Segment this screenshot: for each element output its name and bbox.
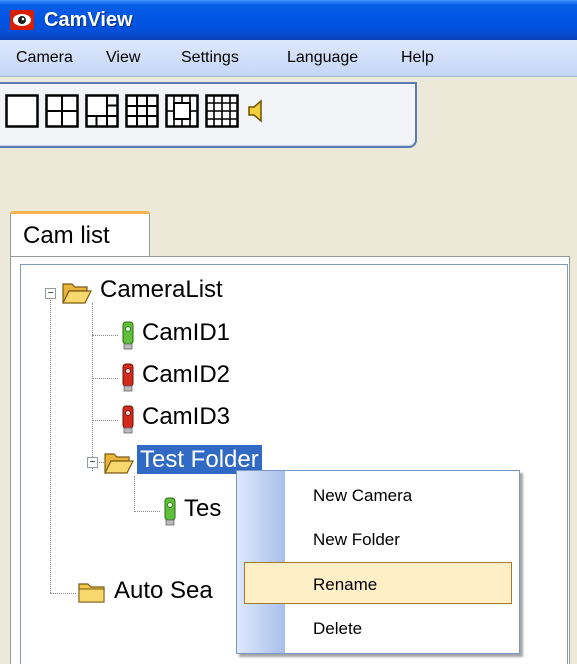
camera-eye-icon <box>10 10 34 30</box>
layout-toolbar <box>0 82 417 148</box>
menu-help[interactable]: Help <box>401 49 434 67</box>
menu-item-new-folder[interactable]: New Folder <box>237 517 519 561</box>
tree-node-label: Auto Sea <box>114 577 213 604</box>
camera-offline-icon <box>122 363 134 392</box>
tree-node-label: CamID3 <box>142 403 231 430</box>
collapse-cameralist-icon[interactable]: − <box>45 288 56 299</box>
tree-connector <box>92 335 118 336</box>
menu-item-label: New Camera <box>313 486 413 505</box>
tree-node-auto-search[interactable]: Auto Sea <box>111 577 216 605</box>
menu-settings[interactable]: Settings <box>181 49 239 67</box>
tree-node-label: Tes <box>184 495 222 522</box>
menu-bar: Camera View Settings Language Help <box>0 40 577 77</box>
layout-1-icon[interactable] <box>5 94 39 128</box>
toolbar-area <box>0 77 577 199</box>
layout-9-icon[interactable] <box>125 94 159 128</box>
folder-open-icon <box>62 283 92 304</box>
tree-connector <box>92 378 118 379</box>
layout-4-icon[interactable] <box>45 94 79 128</box>
folder-icon <box>78 583 105 603</box>
tree-connector <box>92 420 118 421</box>
tree-node-camid2[interactable]: CamID2 <box>139 361 233 389</box>
menu-item-delete[interactable]: Delete <box>237 606 519 650</box>
tree-node-camid3[interactable]: CamID3 <box>139 403 233 431</box>
layout-16-icon[interactable] <box>205 94 239 128</box>
menu-camera[interactable]: Camera <box>16 49 73 67</box>
window-title: CamView <box>44 8 133 31</box>
tree-node-test-camera[interactable]: Tes <box>181 495 224 523</box>
speaker-icon[interactable] <box>245 94 269 128</box>
context-menu: New Camera New Folder Rename Delete <box>236 470 520 654</box>
menu-item-label: Delete <box>313 619 363 638</box>
layout-6-icon[interactable] <box>85 94 119 128</box>
camera-offline-icon <box>122 405 134 434</box>
tree-connector <box>134 476 135 512</box>
menu-view[interactable]: View <box>106 49 140 67</box>
menu-item-rename[interactable]: Rename <box>244 562 512 604</box>
tree-connector <box>92 303 93 471</box>
tree-node-camid1[interactable]: CamID1 <box>139 319 233 347</box>
tab-cam-list-label: Cam list <box>23 222 110 249</box>
tree-connector <box>50 593 76 594</box>
folder-open-icon <box>104 453 134 474</box>
collapse-test-folder-icon[interactable]: − <box>87 457 98 468</box>
tree-connector <box>50 298 51 593</box>
tab-cam-list[interactable]: Cam list <box>10 211 150 257</box>
tree-node-label: CamID1 <box>142 319 231 346</box>
title-bar: CamView <box>0 0 577 40</box>
menu-item-label: New Folder <box>313 530 400 549</box>
tree-connector <box>134 511 160 512</box>
menu-language[interactable]: Language <box>287 49 358 67</box>
tree-node-label: CameraList <box>100 276 223 303</box>
menu-item-label: Rename <box>313 575 378 594</box>
tree-node-cameralist[interactable]: CameraList <box>97 276 226 304</box>
camera-online-icon <box>164 497 176 526</box>
tree-node-label: CamID2 <box>142 361 231 388</box>
menu-item-new-camera[interactable]: New Camera <box>237 473 519 517</box>
layout-13-icon[interactable] <box>165 94 199 128</box>
camera-online-icon <box>122 321 134 350</box>
